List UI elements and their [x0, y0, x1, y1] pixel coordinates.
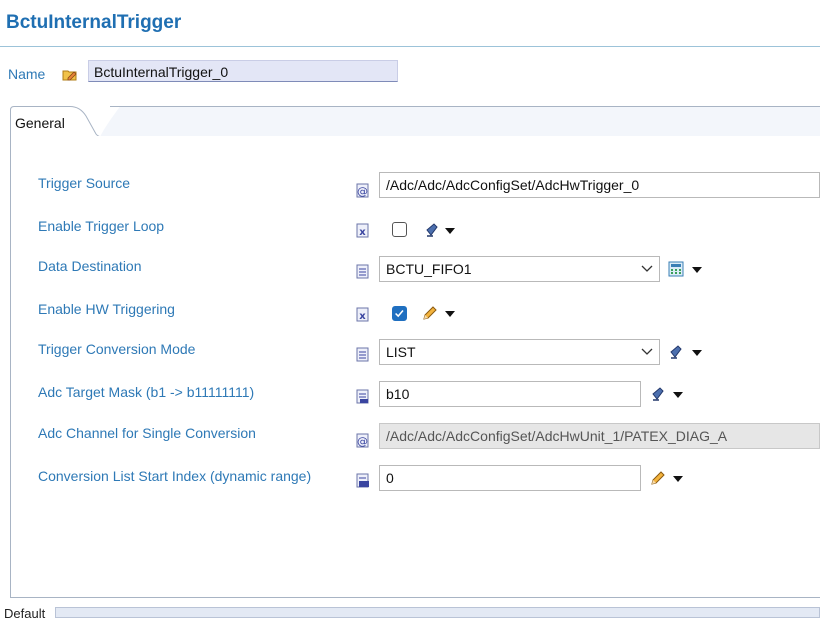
- chevron-down-icon[interactable]: [673, 476, 683, 482]
- checkmark-icon: [395, 309, 404, 318]
- boolean-icon: x: [356, 307, 369, 322]
- tab-strip: [10, 106, 820, 138]
- trigger-conversion-mode-value: LIST: [386, 344, 416, 360]
- chevron-down-icon[interactable]: [692, 350, 702, 356]
- calculator-icon[interactable]: [668, 261, 684, 277]
- conversion-list-start-index-field[interactable]: 0: [379, 465, 641, 491]
- enable-trigger-loop-checkbox[interactable]: [392, 222, 407, 237]
- default-field[interactable]: [55, 607, 820, 618]
- default-value-icon[interactable]: [650, 386, 666, 402]
- default-label: Default: [4, 606, 46, 621]
- chevron-down-icon[interactable]: [673, 392, 683, 398]
- name-field[interactable]: BctuInternalTrigger_0: [88, 60, 398, 82]
- data-destination-value: BCTU_FIFO1: [386, 261, 472, 277]
- string-icon: [356, 389, 369, 404]
- title-divider: [0, 46, 820, 47]
- svg-text:x: x: [359, 227, 366, 238]
- enable-trigger-loop-label: Enable Trigger Loop: [38, 218, 165, 234]
- enable-hw-triggering-checkbox[interactable]: [392, 306, 407, 321]
- enum-icon: [356, 264, 369, 279]
- svg-text:@: @: [357, 435, 368, 448]
- general-panel: [10, 136, 820, 598]
- svg-text:x: x: [359, 311, 366, 322]
- trigger-source-label: Trigger Source: [38, 175, 131, 191]
- enable-hw-triggering-label: Enable HW Triggering: [38, 301, 175, 317]
- pencil-icon[interactable]: [650, 470, 666, 486]
- page-title: BctuInternalTrigger: [6, 12, 182, 33]
- boolean-icon: x: [356, 223, 369, 238]
- svg-text:@: @: [357, 185, 368, 198]
- adc-target-mask-label: Adc Target Mask (b1 -> b11111111): [38, 384, 255, 400]
- folder-pencil-icon: [62, 70, 77, 81]
- default-value-icon[interactable]: [668, 344, 684, 360]
- at-reference-icon: @: [356, 433, 369, 448]
- adc-channel-single-conversion-field: /Adc/Adc/AdcConfigSet/AdcHwUnit_1/PATEX_…: [379, 423, 820, 449]
- chevron-down-icon[interactable]: [692, 267, 702, 273]
- data-destination-label: Data Destination: [38, 258, 142, 274]
- trigger-source-field[interactable]: /Adc/Adc/AdcConfigSet/AdcHwTrigger_0: [379, 172, 820, 198]
- chevron-down-icon[interactable]: [641, 345, 653, 359]
- integer-icon: [356, 473, 369, 488]
- conversion-list-start-index-label: Conversion List Start Index (dynamic ran…: [38, 468, 312, 484]
- chevron-down-icon[interactable]: [445, 311, 455, 317]
- adc-target-mask-field[interactable]: b10: [379, 381, 641, 407]
- name-label: Name: [8, 66, 46, 82]
- trigger-conversion-mode-combo[interactable]: LIST: [379, 339, 660, 365]
- chevron-down-icon[interactable]: [445, 228, 455, 234]
- tab-general[interactable]: General: [15, 115, 65, 131]
- chevron-down-icon[interactable]: [641, 262, 653, 276]
- default-value-icon[interactable]: [424, 222, 440, 238]
- pencil-icon[interactable]: [422, 305, 438, 321]
- trigger-conversion-mode-label: Trigger Conversion Mode: [38, 341, 196, 357]
- data-destination-combo[interactable]: BCTU_FIFO1: [379, 256, 660, 282]
- adc-channel-single-conversion-label: Adc Channel for Single Conversion: [38, 425, 256, 441]
- enum-icon: [356, 347, 369, 362]
- at-reference-icon: @: [356, 183, 369, 198]
